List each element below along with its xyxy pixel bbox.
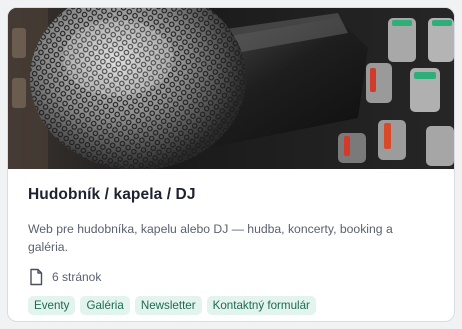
card-title[interactable]: Hudobník / kapela / DJ <box>28 186 436 204</box>
microphone-mixer-illustration <box>8 8 454 169</box>
tag-galeria: Galéria <box>80 296 130 315</box>
hero-image <box>8 8 454 169</box>
pages-count-row: 6 stránok <box>28 268 436 286</box>
template-card[interactable]: Hudobník / kapela / DJ Web pre hudobníka… <box>7 7 455 322</box>
document-icon <box>28 268 44 286</box>
card-body: Hudobník / kapela / DJ Web pre hudobníka… <box>28 186 436 315</box>
tag-kontaktny-formular: Kontaktný formulár <box>206 296 316 315</box>
tag-eventy: Eventy <box>28 296 76 315</box>
card-description: Web pre hudobníka, kapelu alebo DJ — hud… <box>28 222 393 254</box>
tag-list: Eventy Galéria Newsletter Kontaktný form… <box>28 296 436 315</box>
tag-newsletter: Newsletter <box>134 296 202 315</box>
pages-count: 6 stránok <box>52 270 102 284</box>
